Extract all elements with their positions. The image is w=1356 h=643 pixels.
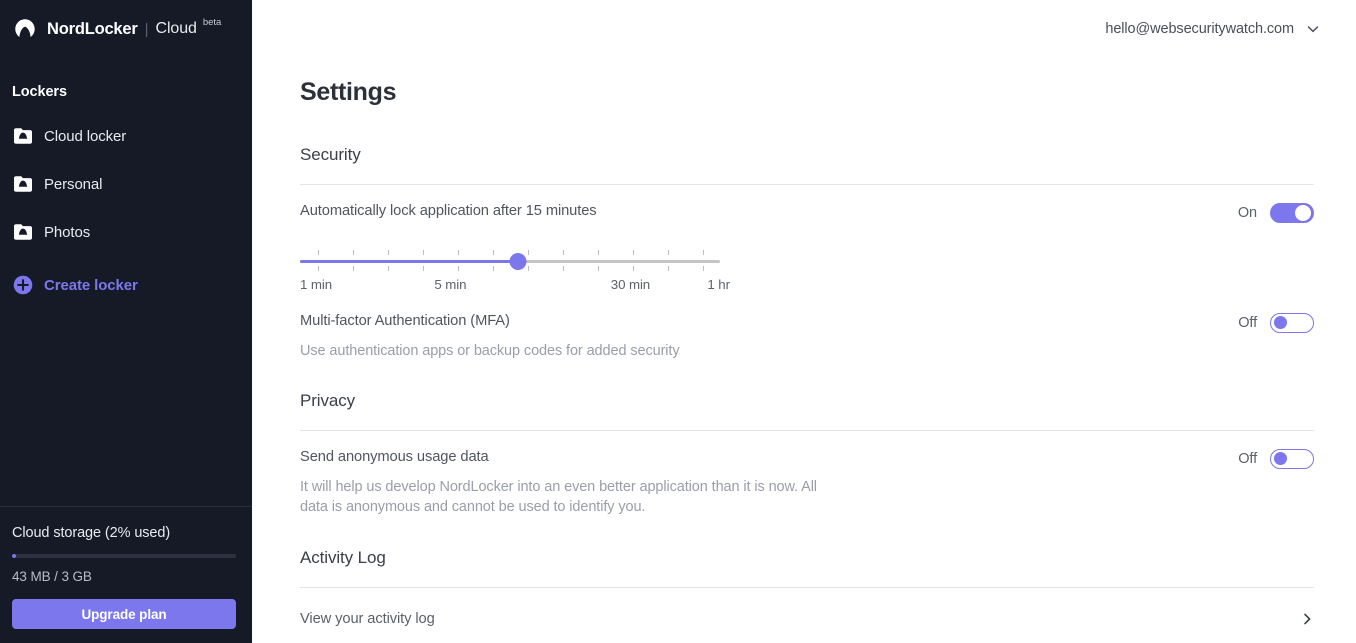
slider-tick-label: 5 min: [434, 277, 467, 292]
mfa-title: Multi-factor Authentication (MFA): [300, 313, 510, 329]
mfa-description: Use authentication apps or backup codes …: [300, 343, 680, 359]
slider-tick: [562, 266, 564, 271]
mfa-state-label: Off: [1238, 315, 1257, 331]
mfa-main: Multi-factor Authentication (MFA) Use au…: [300, 313, 680, 362]
topbar: hello@websecuritywatch.com: [252, 0, 1356, 58]
locker-folder-icon: [12, 221, 34, 243]
sidebar-nav: Cloud locker Personal Photos Create lock…: [0, 119, 252, 302]
toggle-knob: [1295, 205, 1311, 221]
autolock-toggle[interactable]: [1270, 203, 1314, 223]
create-locker-label: Create locker: [44, 276, 138, 294]
section-heading-privacy: Privacy: [300, 390, 356, 410]
slider-tick: [457, 250, 459, 255]
usage-data-state-label: Off: [1238, 450, 1257, 467]
slider-tick-labels: 1 min 5 min 30 min 1 hr: [300, 277, 730, 295]
toggle-knob: [1273, 316, 1287, 329]
toggle-knob: [1273, 451, 1287, 465]
storage-progress-fill: [12, 554, 17, 558]
slider-tick: [387, 266, 389, 271]
slider-tick: [597, 250, 599, 255]
slider-fill: [300, 260, 519, 263]
autolock-slider[interactable]: 1 min 5 min 30 min 1 hr: [300, 243, 730, 292]
settings-content: Settings Security Automatically lock app…: [252, 78, 1356, 627]
setting-row-autolock: Automatically lock application after 15 …: [300, 203, 1314, 223]
brand-logo[interactable]: NordLocker | Cloud beta: [0, 0, 252, 58]
slider-tick: [667, 250, 669, 255]
locker-folder-icon: [12, 173, 34, 195]
slider-tick: [632, 266, 634, 271]
sidebar-item-personal[interactable]: Personal: [0, 167, 252, 201]
usage-data-main: Send anonymous usage data It will help u…: [300, 449, 820, 518]
autolock-control: On: [1238, 203, 1314, 223]
setting-row-mfa: Multi-factor Authentication (MFA) Use au…: [300, 313, 1314, 362]
mfa-control: Off: [1238, 313, 1314, 333]
divider: [300, 586, 1314, 588]
section-heading-security: Security: [300, 145, 361, 164]
slider-tick: [317, 250, 319, 255]
brand-beta-badge: beta: [202, 17, 222, 28]
autolock-state-label: On: [1237, 205, 1257, 221]
slider-tick: [492, 250, 494, 255]
slider-tick: [317, 266, 319, 271]
create-locker-button[interactable]: Create locker: [0, 268, 252, 302]
chevron-right-icon[interactable]: [1300, 612, 1314, 626]
slider-tick: [527, 266, 529, 271]
storage-panel: Cloud storage (2% used) 43 MB / 3 GB Upg…: [0, 506, 252, 643]
slider-tick: [422, 266, 424, 271]
slider-tick-label: 1 min: [300, 277, 333, 292]
storage-detail: 43 MB / 3 GB: [12, 569, 92, 584]
slider-tick-label: 30 min: [610, 277, 651, 292]
sidebar: NordLocker | Cloud beta Lockers Cloud lo…: [0, 0, 252, 643]
slider-tick-label: 1 hr: [707, 277, 730, 292]
divider: [300, 429, 1314, 431]
page-title: Settings: [300, 78, 397, 106]
brand-separator: |: [144, 20, 149, 38]
usage-data-description: It will help us develop NordLocker into …: [300, 478, 817, 516]
slider-tick: [702, 250, 704, 255]
plus-circle-icon: [13, 275, 33, 295]
setting-row-usage-data: Send anonymous usage data It will help u…: [300, 448, 1314, 518]
mfa-toggle[interactable]: [1270, 313, 1314, 333]
sidebar-item-photos[interactable]: Photos: [0, 215, 252, 249]
slider-tick: [632, 250, 634, 255]
sidebar-item-label: Cloud locker: [44, 127, 127, 145]
sidebar-item-label: Photos: [44, 223, 91, 241]
main-content: hello@websecuritywatch.com Settings Secu…: [252, 0, 1356, 643]
slider-tick: [387, 250, 389, 255]
brand-product: Cloud: [155, 20, 197, 37]
slider-tick: [492, 266, 494, 271]
sidebar-section-lockers: Lockers: [12, 84, 67, 100]
account-email: hello@websecuritywatch.com: [1105, 21, 1294, 37]
usage-data-control: Off: [1238, 448, 1314, 469]
slider-tick: [527, 250, 529, 255]
sidebar-item-cloud-locker[interactable]: Cloud locker: [0, 119, 252, 153]
usage-data-title: Send anonymous usage data: [300, 448, 489, 465]
upgrade-plan-button[interactable]: Upgrade plan: [12, 599, 236, 629]
slider-tick: [702, 266, 704, 271]
slider-tick: [597, 266, 599, 271]
autolock-main: Automatically lock application after 15 …: [300, 203, 597, 220]
section-heading-activity-log: Activity Log: [300, 547, 386, 567]
brand-name: NordLocker: [47, 19, 138, 38]
storage-title: Cloud storage (2% used): [12, 525, 171, 541]
slider-tick: [352, 250, 354, 255]
nordlocker-mountain-logo-icon: [12, 16, 38, 42]
view-activity-log-row[interactable]: View your activity log: [300, 611, 1314, 627]
usage-data-toggle[interactable]: [1270, 448, 1314, 469]
slider-tick: [667, 266, 669, 271]
slider-tick: [457, 266, 459, 271]
slider-tick: [562, 250, 564, 255]
chevron-down-icon[interactable]: [1306, 22, 1320, 36]
slider-tick: [352, 266, 354, 271]
storage-progress-bar: [12, 554, 236, 558]
autolock-title: Automatically lock application after 15 …: [300, 203, 597, 219]
divider: [300, 184, 1314, 185]
view-activity-log-label: View your activity log: [300, 610, 435, 627]
app-root: NordLocker | Cloud beta Lockers Cloud lo…: [0, 0, 1356, 643]
slider-tick: [422, 250, 424, 255]
locker-folder-icon: [12, 125, 34, 147]
account-menu[interactable]: hello@websecuritywatch.com: [1105, 21, 1320, 37]
slider-thumb[interactable]: [509, 253, 527, 270]
sidebar-item-label: Personal: [44, 175, 103, 193]
